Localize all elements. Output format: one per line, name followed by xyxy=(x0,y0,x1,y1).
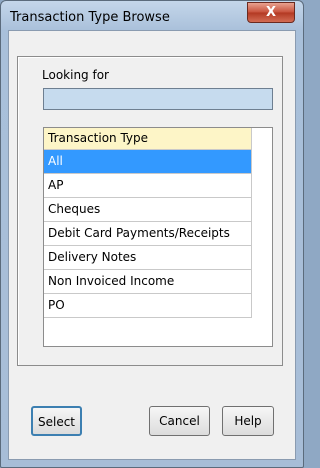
close-icon: X xyxy=(265,5,277,20)
close-button[interactable]: X xyxy=(247,2,295,23)
column-header-transaction-type[interactable]: Transaction Type xyxy=(44,128,252,150)
list-item[interactable]: PO xyxy=(44,294,252,318)
window-title: Transaction Type Browse xyxy=(10,10,170,25)
transaction-type-list[interactable]: Transaction Type All AP Cheques Debit Ca… xyxy=(43,127,273,347)
list-item[interactable]: AP xyxy=(44,174,252,198)
list-item[interactable]: All xyxy=(44,150,252,174)
help-button[interactable]: Help xyxy=(222,406,274,436)
list-item[interactable]: Debit Card Payments/Receipts xyxy=(44,222,252,246)
list-item[interactable]: Delivery Notes xyxy=(44,246,252,270)
looking-for-label: Looking for xyxy=(42,68,109,82)
search-input[interactable] xyxy=(43,88,273,110)
title-bar[interactable]: Transaction Type Browse X xyxy=(1,1,303,31)
select-button[interactable]: Select xyxy=(31,406,82,436)
cancel-button[interactable]: Cancel xyxy=(149,406,210,436)
list-item[interactable]: Non Invoiced Income xyxy=(44,270,252,294)
list-item[interactable]: Cheques xyxy=(44,198,252,222)
